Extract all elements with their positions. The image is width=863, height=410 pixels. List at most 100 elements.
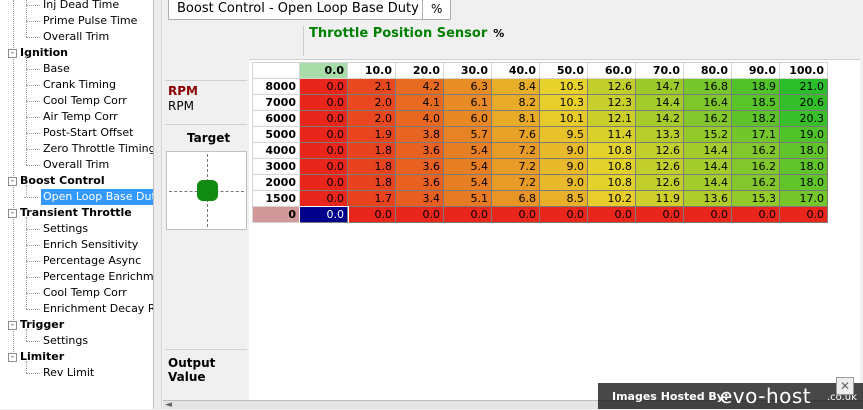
table-cell[interactable]: 7.2 [491,158,540,175]
table-cell[interactable]: 5.4 [443,142,492,159]
tree-item-post-start-offset[interactable]: Post-Start Offset [25,125,133,141]
table-cell[interactable]: 3.6 [395,142,444,159]
tree-item-settings[interactable]: Settings [25,221,88,237]
table-cell[interactable]: 16.8 [683,78,732,95]
table-cell[interactable]: 15.3 [731,190,780,207]
table-cell[interactable]: 18.0 [779,174,828,191]
table-cell[interactable]: 13.3 [635,126,684,143]
table-cell[interactable]: 7.2 [491,174,540,191]
tree-group-ignition[interactable]: - Ignition [8,45,68,61]
table-cell[interactable]: 9.5 [539,126,588,143]
table-cell[interactable]: 11.4 [587,126,636,143]
tree-item-air-temp-corr[interactable]: Air Temp Corr [26,109,118,125]
table-cell[interactable]: 0.0 [443,206,492,223]
tree-item-overall-trim[interactable]: Overall Trim [25,157,109,173]
row-header[interactable]: 1500 [252,190,300,207]
table-cell[interactable]: 18.0 [779,158,828,175]
table-cell[interactable]: 10.8 [587,142,636,159]
pane-splitter[interactable] [153,0,162,409]
table-cell[interactable]: 9.0 [539,142,588,159]
table-cell[interactable]: 8.5 [539,190,588,207]
table-cell[interactable]: 10.5 [539,78,588,95]
table-cell[interactable]: 16.4 [683,94,732,111]
column-header[interactable]: 90.0 [731,62,780,79]
table-cell[interactable]: 1.8 [347,158,396,175]
tree-item-crank-timing[interactable]: Crank Timing [26,77,116,93]
table-cell[interactable]: 16.2 [731,174,780,191]
table-cell[interactable]: 18.9 [731,78,780,95]
table-cell[interactable]: 0.0 [731,206,780,223]
table-cell[interactable]: 10.8 [587,158,636,175]
tree-item-cool-temp-corr[interactable]: Cool Temp Corr [26,285,127,301]
tree-item-rev-limit[interactable]: Rev Limit [25,365,94,381]
row-header[interactable]: 8000 [252,78,300,95]
table-cell[interactable]: 3.6 [395,158,444,175]
table-cell[interactable]: 0.0 [635,206,684,223]
close-icon[interactable]: ✕ [836,377,854,395]
tree-item-enrichment-decay-rate[interactable]: Enrichment Decay Rate [25,301,153,317]
table-cell[interactable]: 0.0 [299,110,348,127]
table-cell[interactable]: 0.0 [299,78,348,95]
table-cell[interactable]: 7.6 [491,126,540,143]
tree-item-percentage-async[interactable]: Percentage Async [25,253,141,269]
table-cell[interactable]: 3.8 [395,126,444,143]
collapse-toggle-icon[interactable]: - [8,48,17,58]
table-cell[interactable]: 0.0 [683,206,732,223]
table-cell[interactable]: 0.0 [539,206,588,223]
tree-item-enrich-sensitivity[interactable]: Enrich Sensitivity [25,237,138,253]
column-header[interactable]: 60.0 [587,62,636,79]
table-cell[interactable]: 12.6 [635,158,684,175]
column-header[interactable]: 100.0 [779,62,828,79]
table-cell[interactable]: 6.1 [443,94,492,111]
table-cell[interactable]: 0.0 [491,206,540,223]
table-cell[interactable]: 6.3 [443,78,492,95]
table-cell[interactable]: 1.9 [347,126,396,143]
row-header[interactable]: 5000 [252,126,300,143]
table-cell[interactable]: 0.0 [299,142,348,159]
table-cell[interactable]: 9.0 [539,174,588,191]
tree-item-zero-throttle-timing[interactable]: Zero Throttle Timing [26,141,153,157]
tree-item-inj-dead-time[interactable]: Inj Dead Time [25,0,119,13]
tree-item-prime-pulse-time[interactable]: Prime Pulse Time [25,13,137,29]
table-cell[interactable]: 5.7 [443,126,492,143]
column-header[interactable]: 70.0 [635,62,684,79]
table-cell[interactable]: 5.4 [443,174,492,191]
row-header[interactable]: 4000 [252,142,300,159]
row-header[interactable]: 3000 [252,158,300,175]
table-cell[interactable]: 19.0 [779,126,828,143]
table-cell[interactable]: 20.3 [779,110,828,127]
table-cell[interactable]: 17.0 [779,190,828,207]
row-header[interactable]: 2000 [252,174,300,191]
table-cell[interactable]: 8.4 [491,78,540,95]
table-cell[interactable]: 21.0 [779,78,828,95]
tree-item-open-loop-base-duty[interactable]: Open Loop Base Duty [23,189,153,205]
table-cell[interactable]: 14.2 [635,110,684,127]
table-cell[interactable]: 0.0 [299,190,348,207]
tab-boost-control-map[interactable]: Boost Control - Open Loop Base Duty [168,0,428,20]
row-header[interactable]: 0 [252,206,300,223]
table-cell[interactable]: 4.2 [395,78,444,95]
table-cell[interactable]: 12.6 [635,174,684,191]
table-cell[interactable]: 11.9 [635,190,684,207]
collapse-toggle-icon[interactable]: - [8,208,17,218]
table-cell[interactable]: 1.8 [347,174,396,191]
table-cell[interactable]: 9.0 [539,158,588,175]
row-header[interactable]: 7000 [252,94,300,111]
table-cell[interactable]: 16.2 [731,142,780,159]
tree-item-base[interactable]: Base [26,61,70,77]
collapse-toggle-icon[interactable]: - [8,352,17,362]
table-cell[interactable]: 8.2 [491,94,540,111]
column-header[interactable]: 80.0 [683,62,732,79]
tree-item-cool-temp-corr[interactable]: Cool Temp Corr [26,93,127,109]
table-cell[interactable]: 10.1 [539,110,588,127]
table-cell[interactable]: 16.2 [683,110,732,127]
tab-unit-percent[interactable]: % [422,0,452,20]
table-cell[interactable]: 7.2 [491,142,540,159]
table-cell[interactable]: 0.0 [779,206,828,223]
table-cell[interactable]: 8.1 [491,110,540,127]
table-cell[interactable]: 13.6 [683,190,732,207]
table-cell[interactable]: 18.2 [731,110,780,127]
table-cell[interactable]: 0.0 [299,126,348,143]
table-cell[interactable]: 15.2 [683,126,732,143]
table-cell[interactable]: 18.5 [731,94,780,111]
